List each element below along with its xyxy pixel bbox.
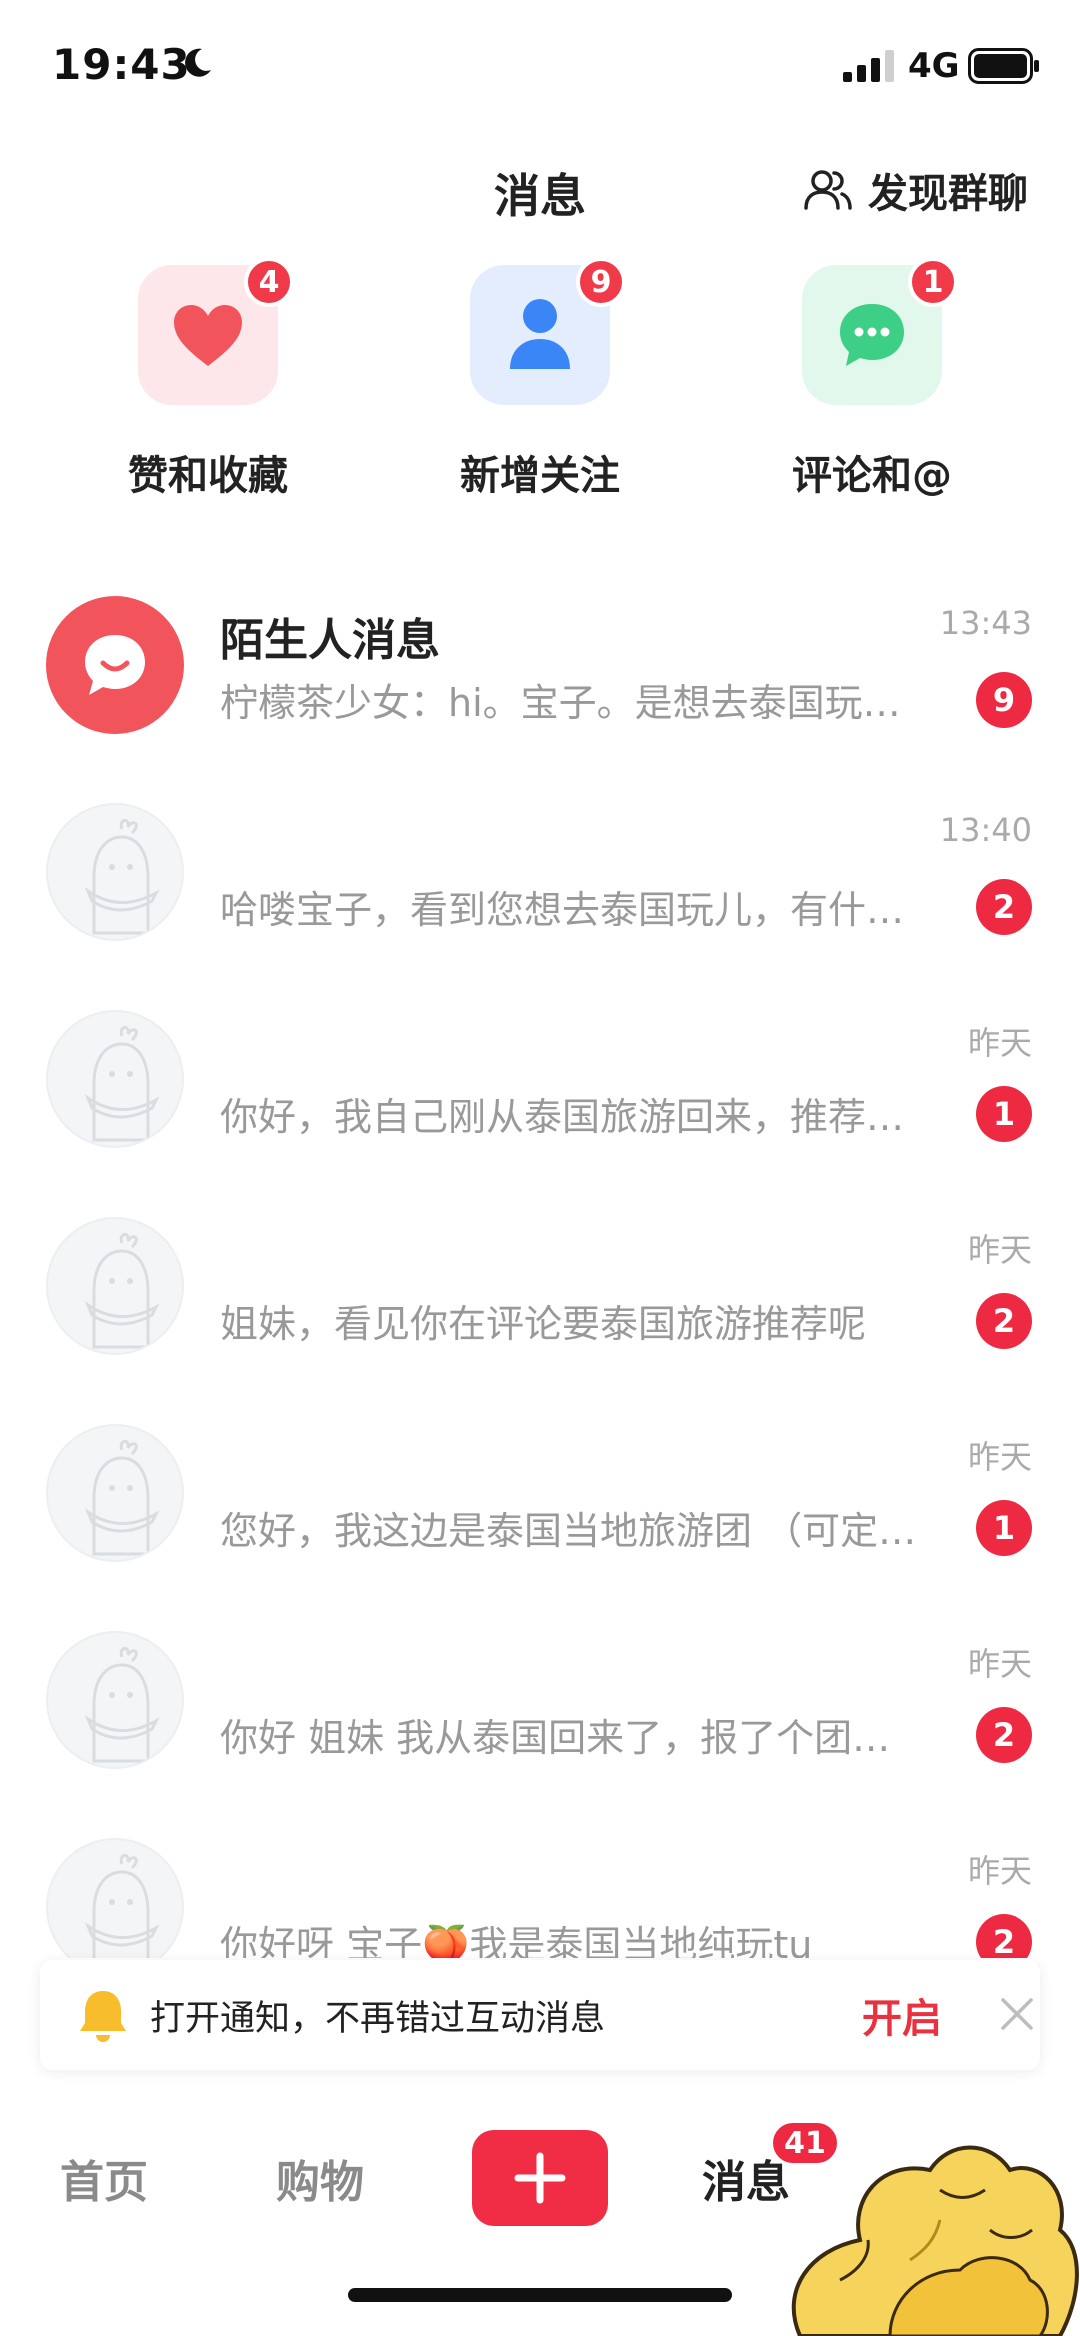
default-avatar bbox=[46, 1010, 184, 1148]
conversation-time: 昨天 bbox=[967, 1231, 1032, 1269]
home-indicator bbox=[348, 2288, 732, 2302]
heart-icon bbox=[174, 305, 242, 366]
unread-badge: 1 bbox=[976, 1086, 1032, 1142]
notification-banner: 打开通知，不再错过互动消息 开启 bbox=[40, 1960, 1040, 2070]
conversation-row[interactable]: 昨天 你好，我自己刚从泰国旅游回来，推荐给你 1 bbox=[0, 1010, 1080, 1217]
unread-badge: 2 bbox=[976, 1707, 1032, 1763]
people-icon bbox=[804, 170, 852, 210]
network-type: 4G bbox=[908, 46, 960, 86]
default-avatar-icon bbox=[84, 1854, 160, 1958]
default-avatar bbox=[46, 803, 184, 941]
conversation-time: 昨天 bbox=[967, 1645, 1032, 1683]
stranger-avatar bbox=[46, 596, 184, 734]
signal-icon bbox=[843, 50, 894, 82]
default-avatar bbox=[46, 1631, 184, 1769]
default-avatar-icon bbox=[84, 1440, 160, 1556]
conversation-name: 陌生人消息 bbox=[220, 615, 440, 666]
conversation-preview: 您好，我这边是泰国当地旅游团 （可定制） bbox=[220, 1509, 920, 1553]
comments-icon-box: 1 bbox=[802, 257, 958, 405]
conversation-preview: 你好，我自己刚从泰国旅游回来，推荐给你 bbox=[220, 1095, 920, 1139]
likes-label: 赞和收藏 bbox=[128, 453, 288, 499]
unread-badge: 2 bbox=[976, 1914, 1032, 1958]
create-post-button[interactable] bbox=[472, 2130, 608, 2226]
conversation-row[interactable]: 昨天 您好，我这边是泰国当地旅游团 （可定制） 1 bbox=[0, 1424, 1080, 1631]
unread-badge: 9 bbox=[976, 672, 1032, 728]
unread-badge: 2 bbox=[976, 879, 1032, 935]
default-avatar-icon bbox=[84, 819, 160, 935]
conversation-row[interactable]: 昨天 姐妹，看见你在评论要泰国旅游推荐呢 2 bbox=[0, 1217, 1080, 1424]
moon-icon bbox=[185, 48, 211, 77]
default-avatar bbox=[46, 1217, 184, 1355]
notification-text: 打开通知，不再错过互动消息 bbox=[150, 1999, 606, 2039]
status-time: 19:43 bbox=[52, 40, 191, 89]
likes-badge: 4 bbox=[244, 257, 294, 307]
new-followers-tile[interactable]: 9 新增关注 bbox=[440, 257, 640, 501]
unread-badge: 1 bbox=[976, 1500, 1032, 1556]
default-avatar bbox=[46, 1424, 184, 1562]
conversation-row[interactable]: 昨天 你好 姐妹 我从泰国回来了，报了个团很不错 2 bbox=[0, 1631, 1080, 1838]
enable-notifications-button[interactable]: 开启 bbox=[862, 1986, 942, 2044]
conversation-time: 昨天 bbox=[967, 1438, 1032, 1476]
conversation-row[interactable]: 昨天 你好呀 宝子🍑我是泰国当地纯玩tu 2 bbox=[0, 1838, 1080, 1958]
conversation-preview: 你好 姐妹 我从泰国回来了，报了个团很不错 bbox=[220, 1716, 920, 1760]
conversation-preview: 你好呀 宝子🍑我是泰国当地纯玩tu bbox=[220, 1923, 813, 1958]
stranger-message-icon bbox=[85, 635, 145, 695]
comments-and-mentions-tile[interactable]: 1 评论和@ bbox=[772, 257, 972, 501]
conversation-time: 13:43 bbox=[939, 604, 1032, 642]
conversation-row-stranger[interactable]: 陌生人消息 13:43 柠檬茶少女：hi。宝子。是想去泰国玩儿吗？ 9 bbox=[0, 596, 1080, 803]
likes-icon-box: 4 bbox=[138, 257, 294, 405]
followers-label: 新增关注 bbox=[460, 453, 620, 499]
conversation-time: 昨天 bbox=[967, 1024, 1032, 1062]
chat-bubble-icon bbox=[840, 304, 904, 366]
conversation-preview: 姐妹，看见你在评论要泰国旅游推荐呢 bbox=[220, 1302, 867, 1346]
comments-label: 评论和@ bbox=[792, 453, 952, 499]
bell-icon bbox=[80, 1991, 126, 2042]
conversation-preview: 哈喽宝子，看到您想去泰国玩儿，有什么需要 bbox=[220, 888, 920, 932]
conversation-time: 昨天 bbox=[967, 1852, 1032, 1890]
unread-badge: 2 bbox=[976, 1293, 1032, 1349]
followers-badge: 9 bbox=[576, 257, 626, 307]
close-icon[interactable] bbox=[995, 1992, 1039, 2036]
discover-group-chat-button[interactable]: 发现群聊 bbox=[802, 160, 1028, 220]
likes-and-collections-tile[interactable]: 4 赞和收藏 bbox=[108, 257, 308, 501]
tab-home[interactable]: 首页 bbox=[60, 2146, 148, 2210]
person-icon bbox=[510, 299, 570, 369]
default-avatar-icon bbox=[84, 1026, 160, 1142]
decorative-sticker-image bbox=[791, 2145, 1079, 2336]
conversation-preview: 柠檬茶少女：hi。宝子。是想去泰国玩儿吗？ bbox=[220, 681, 920, 725]
plus-icon bbox=[514, 2152, 566, 2204]
battery-icon bbox=[968, 48, 1039, 84]
tab-shop[interactable]: 购物 bbox=[276, 2146, 364, 2210]
comments-badge: 1 bbox=[908, 257, 958, 307]
default-avatar bbox=[46, 1838, 184, 1958]
conversation-row[interactable]: 13:40 哈喽宝子，看到您想去泰国玩儿，有什么需要 2 bbox=[0, 803, 1080, 1010]
followers-icon-box: 9 bbox=[470, 257, 626, 405]
default-avatar-icon bbox=[84, 1233, 160, 1349]
conversation-time: 13:40 bbox=[939, 811, 1032, 849]
discover-label: 发现群聊 bbox=[868, 171, 1028, 217]
status-bar: 19:43 4G bbox=[0, 0, 1080, 130]
default-avatar-icon bbox=[84, 1647, 160, 1763]
